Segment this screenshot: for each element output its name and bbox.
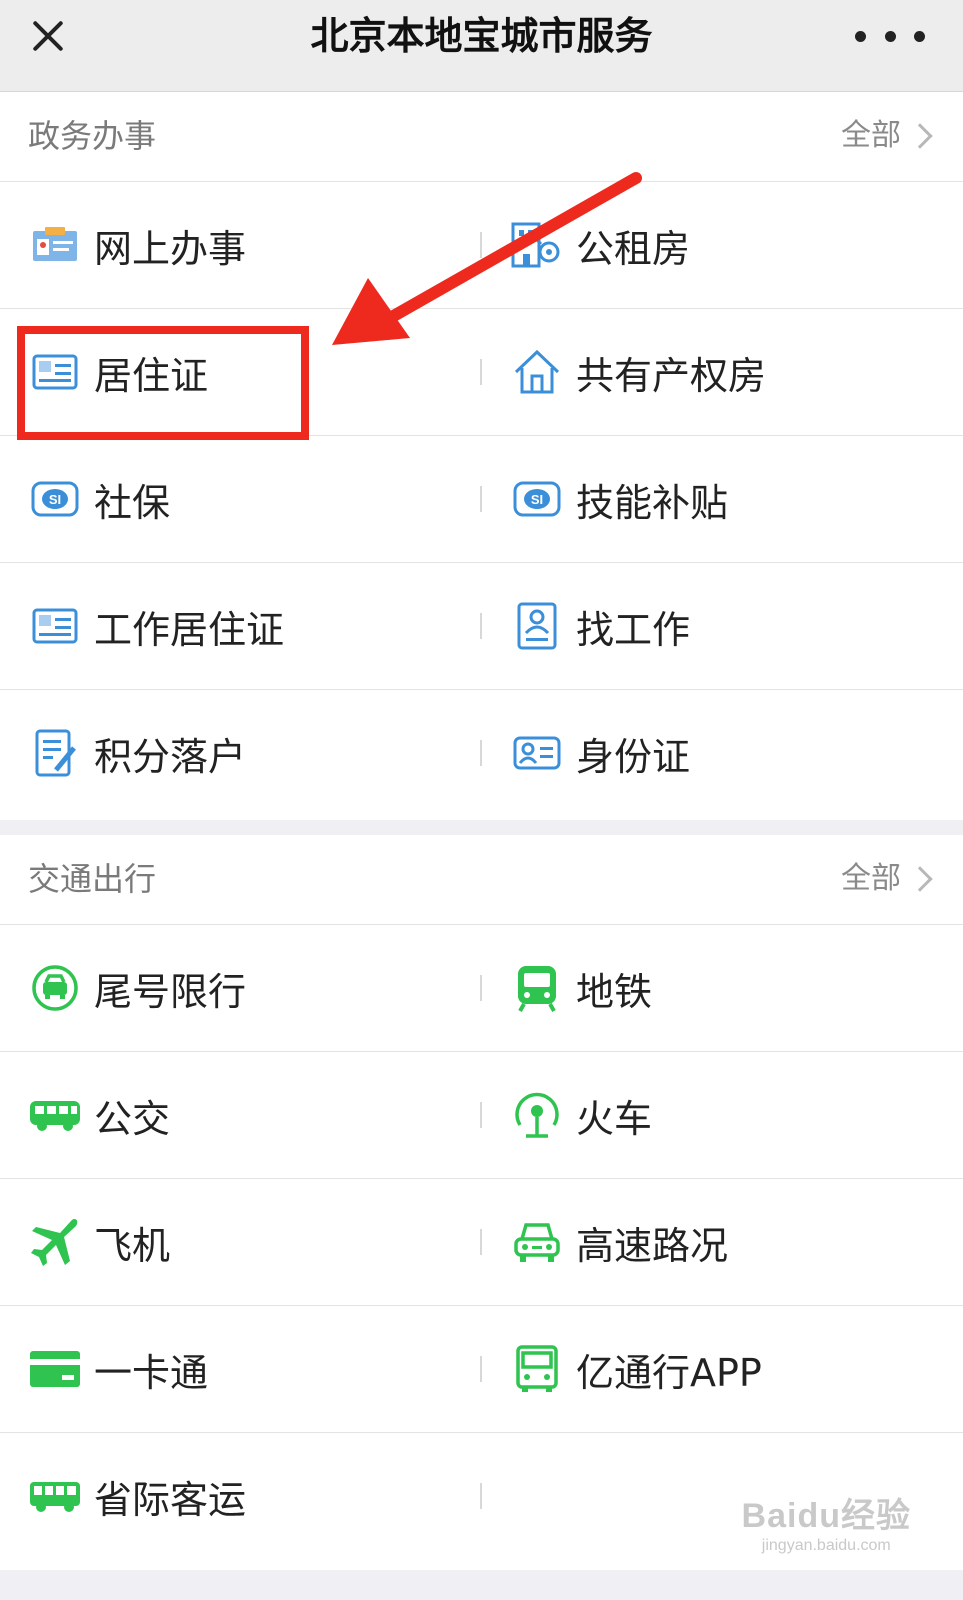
service-row: 一卡通 亿通行APP	[0, 1306, 963, 1433]
section-header: 交通出行 全部	[0, 835, 963, 925]
bus-icon	[28, 1088, 82, 1142]
resume-icon	[510, 599, 564, 653]
edit-document-icon	[28, 726, 82, 780]
train-icon	[510, 1088, 564, 1142]
coach-icon	[28, 1469, 82, 1523]
section-title: 交通出行	[28, 860, 157, 898]
id-card-icon	[28, 218, 82, 272]
svg-text:SI: SI	[49, 492, 61, 507]
service-item-id-card[interactable]: 身份证	[510, 690, 950, 816]
svg-text:SI: SI	[531, 492, 543, 507]
watermark: Baidu经验 jingyan.baidu.com	[742, 1488, 911, 1555]
service-item-bus[interactable]: 公交	[28, 1052, 468, 1178]
social-security-icon: SI	[28, 472, 82, 526]
section-header: 政务办事 全部	[0, 92, 963, 182]
section-title: 政务办事	[28, 117, 157, 155]
watermark-url: jingyan.baidu.com	[761, 1537, 891, 1554]
service-item-highway[interactable]: 高速路况	[510, 1179, 950, 1305]
service-item-flight[interactable]: 飞机	[28, 1179, 468, 1305]
service-row: 尾号限行 地铁	[0, 925, 963, 1052]
residence-card-icon	[28, 599, 82, 653]
chevron-right-icon	[907, 123, 933, 149]
view-all-link[interactable]: 全部	[841, 112, 933, 160]
car-restriction-icon	[28, 961, 82, 1015]
service-item-train[interactable]: 火车	[510, 1052, 950, 1178]
watermark-logo: Baidu经验	[741, 1497, 911, 1535]
app-bus-icon	[510, 1342, 564, 1396]
highlight-box	[17, 326, 309, 440]
social-security-icon: SI	[510, 472, 564, 526]
traffic-services-section: 交通出行 全部 尾号限行 地铁 公交 火车 飞机 高速路况 一卡通 亿通行APP…	[0, 835, 963, 1570]
close-icon[interactable]	[24, 12, 72, 60]
service-item-work-residence-permit[interactable]: 工作居住证	[28, 563, 468, 689]
service-item-yitongxing-app[interactable]: 亿通行APP	[510, 1306, 950, 1432]
service-item-find-job[interactable]: 找工作	[510, 563, 950, 689]
view-all-link[interactable]: 全部	[841, 855, 933, 903]
service-row: 飞机 高速路况	[0, 1179, 963, 1306]
service-row: 积分落户 身份证	[0, 690, 963, 817]
chevron-right-icon	[907, 866, 933, 892]
identity-card-icon	[510, 726, 564, 780]
service-item-subway[interactable]: 地铁	[510, 925, 950, 1051]
service-item-points-settlement[interactable]: 积分落户	[28, 690, 468, 816]
more-options-icon[interactable]	[855, 18, 925, 54]
service-item-transit-card[interactable]: 一卡通	[28, 1306, 468, 1432]
title-bar: 北京本地宝城市服务	[0, 0, 963, 92]
airplane-icon	[28, 1215, 82, 1269]
highway-car-icon	[510, 1215, 564, 1269]
service-item-plate-restriction[interactable]: 尾号限行	[28, 925, 468, 1051]
service-item-intercity-coach[interactable]: 省际客运	[28, 1433, 468, 1559]
annotation-arrow-icon	[332, 172, 642, 345]
subway-icon	[510, 961, 564, 1015]
service-item-social-security[interactable]: SI 社保	[28, 436, 468, 562]
card-icon	[28, 1342, 82, 1396]
service-row: SI 社保 SI 技能补贴	[0, 436, 963, 563]
page-title: 北京本地宝城市服务	[310, 14, 653, 58]
service-item-skill-subsidy[interactable]: SI 技能补贴	[510, 436, 950, 562]
service-row: 公交 火车	[0, 1052, 963, 1179]
service-row: 工作居住证 找工作	[0, 563, 963, 690]
